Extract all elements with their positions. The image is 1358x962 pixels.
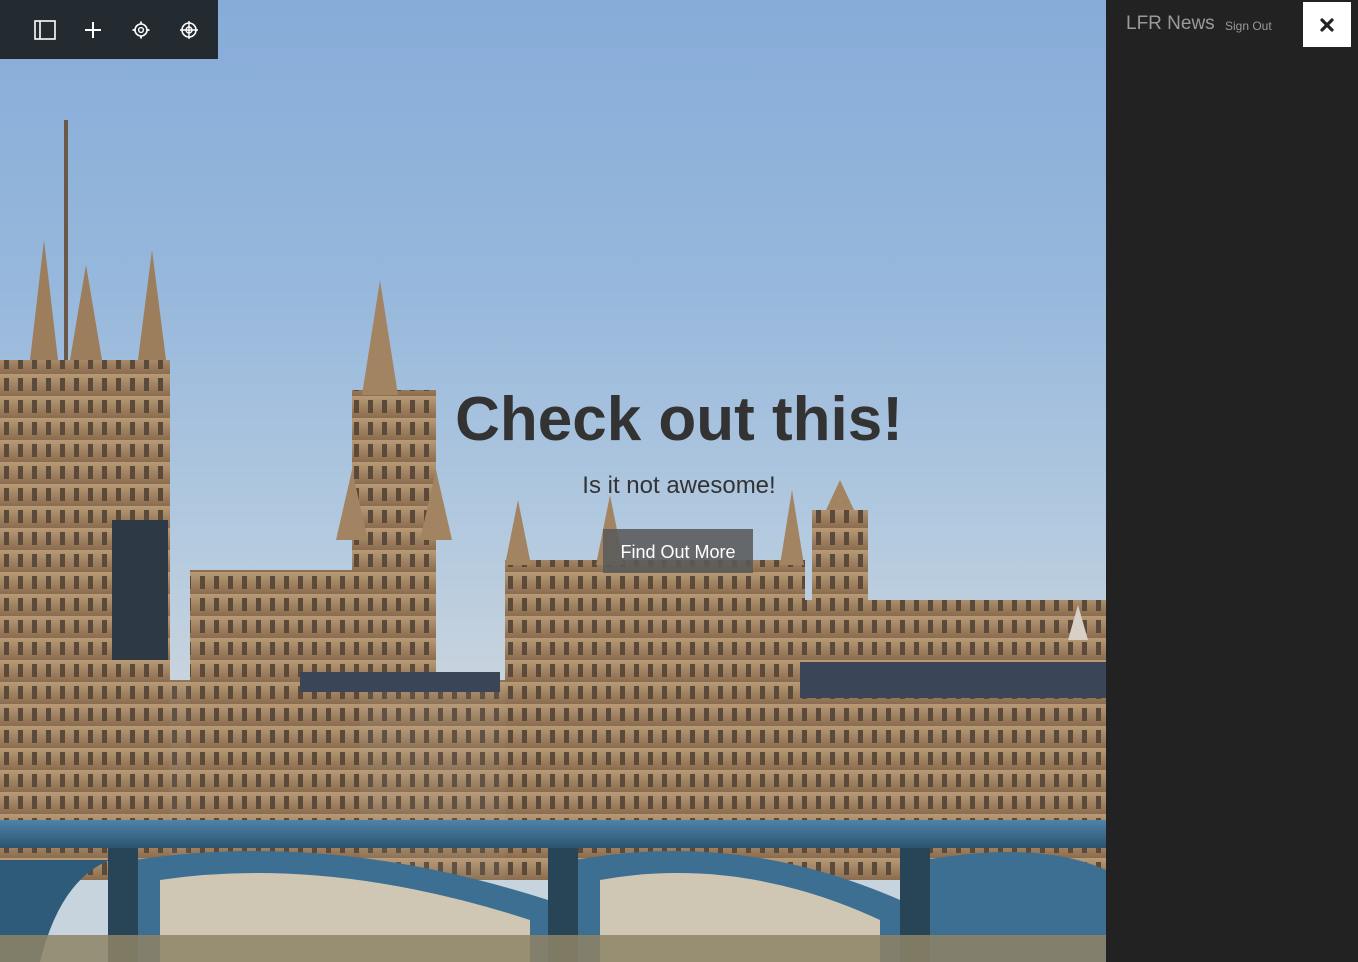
- close-panel-button[interactable]: [1303, 2, 1351, 47]
- plus-icon: [85, 21, 101, 38]
- add-button[interactable]: [69, 0, 117, 59]
- side-panel: [1106, 0, 1358, 962]
- sign-out-link[interactable]: Sign Out: [1225, 18, 1272, 34]
- toggle-sidebar-button[interactable]: [21, 0, 69, 59]
- editor-toolbar: [0, 0, 218, 59]
- close-icon: [1320, 17, 1334, 32]
- target-icon: [180, 20, 198, 39]
- gear-icon: [132, 21, 150, 38]
- page: Check out this! Is it not awesome! Find …: [0, 0, 1358, 962]
- sidebar-toggle-icon: [34, 19, 56, 40]
- brand-link[interactable]: LFR News: [1126, 12, 1215, 36]
- preview-button[interactable]: [165, 0, 213, 59]
- settings-button[interactable]: [117, 0, 165, 59]
- find-out-more-button[interactable]: Find Out More: [603, 529, 753, 573]
